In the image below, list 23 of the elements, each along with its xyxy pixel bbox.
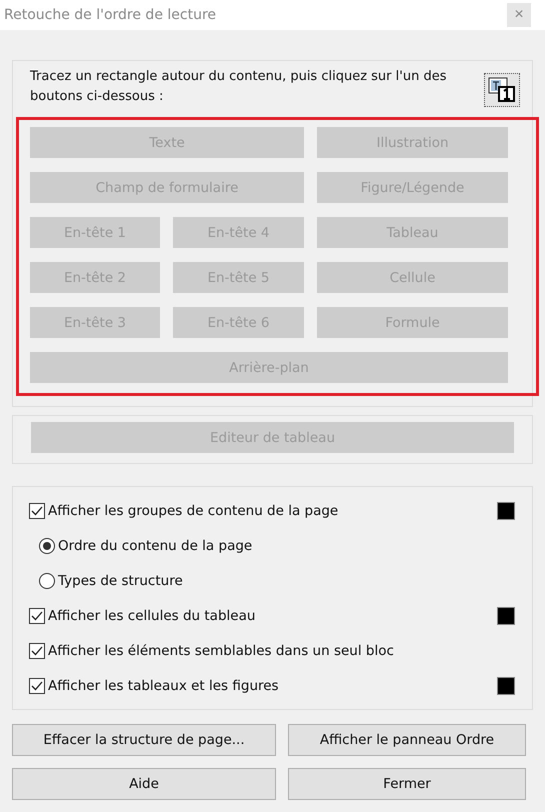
radio-button[interactable] xyxy=(39,538,55,554)
option-label: Afficher les cellules du tableau xyxy=(48,608,256,624)
text-number-icon xyxy=(488,77,516,103)
radio-button[interactable] xyxy=(39,572,55,588)
dialog-button[interactable]: Afficher le panneau Ordre xyxy=(288,724,526,756)
checkbox[interactable] xyxy=(29,642,45,658)
color-swatch[interactable] xyxy=(497,676,515,694)
option-label: Afficher les tableaux et les figures xyxy=(48,678,279,694)
instructions-text: Tracez un rectangle autour du contenu, puis cliquez sur l'un des boutons ci-dessous : xyxy=(30,68,448,106)
option-label: Afficher les éléments semblables dans un seul bloc xyxy=(48,642,394,658)
dialog-button[interactable]: Aide xyxy=(12,768,276,800)
dialog-button[interactable]: Fermer xyxy=(288,768,526,800)
color-swatch[interactable] xyxy=(497,502,515,520)
option-label: Ordre du contenu de la page xyxy=(58,538,252,554)
color-swatch[interactable] xyxy=(497,606,515,624)
checkbox[interactable] xyxy=(29,608,45,624)
checkbox[interactable] xyxy=(29,678,45,694)
window-title: Retouche de l'ordre de lecture xyxy=(4,7,216,23)
dialog-button[interactable]: Effacer la structure de page... xyxy=(12,724,276,756)
option-label: Afficher les groupes de contenu de la page xyxy=(48,502,338,518)
reading-order-button[interactable] xyxy=(484,73,520,107)
option-label: Types de structure xyxy=(58,572,183,588)
checkbox[interactable] xyxy=(29,502,45,518)
